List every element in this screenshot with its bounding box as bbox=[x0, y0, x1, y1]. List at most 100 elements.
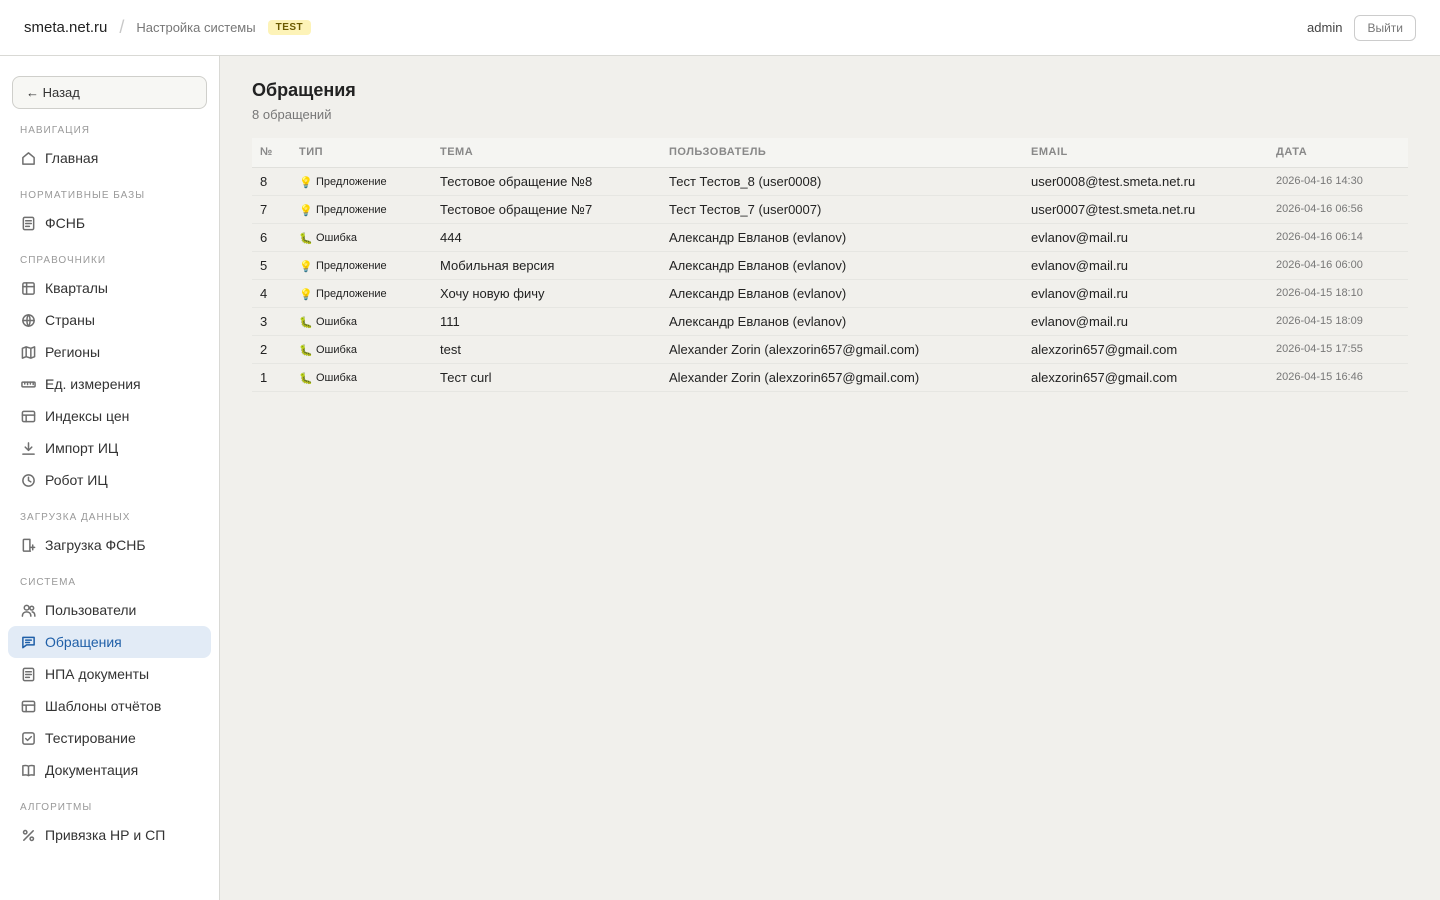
lightbulb-icon: 💡 bbox=[299, 288, 313, 301]
users-icon bbox=[20, 602, 36, 618]
sidebar-item-label: Регионы bbox=[45, 344, 101, 360]
cell-email: evlanov@mail.ru bbox=[1023, 223, 1268, 252]
cell-email: user0007@test.smeta.net.ru bbox=[1023, 195, 1268, 224]
column-header-email[interactable]: EMAIL bbox=[1023, 138, 1268, 168]
type-label: Ошибка bbox=[316, 316, 357, 328]
sidebar-item-регионы[interactable]: Регионы bbox=[8, 336, 211, 368]
table-row[interactable]: 4 💡 Предложение Хочу новую фичу Александр Ев… bbox=[252, 279, 1408, 308]
table-row[interactable]: 2 🐛 Ошибка test Alexander Zorin (alexzorin65… bbox=[252, 335, 1408, 364]
cell-subject: 444 bbox=[432, 223, 661, 252]
cell-date: 2026-04-16 14:30 bbox=[1268, 167, 1408, 196]
table-row[interactable]: 3 🐛 Ошибка 111 Александр Евланов (evlanov) ev… bbox=[252, 307, 1408, 336]
check-square-icon bbox=[20, 730, 36, 746]
table-row[interactable]: 6 🐛 Ошибка 444 Александр Евланов (evlanov) ev… bbox=[252, 223, 1408, 252]
column-header-type[interactable]: ТИП bbox=[291, 138, 432, 168]
sidebar-item-главная[interactable]: Главная bbox=[8, 142, 211, 174]
sidebar-item-нпа-документы[interactable]: НПА документы bbox=[8, 658, 211, 690]
percent-icon bbox=[20, 827, 36, 843]
cell-email: alexzorin657@gmail.com bbox=[1023, 335, 1268, 364]
cell-type: 🐛 Ошибка bbox=[291, 363, 432, 392]
cell-date: 2026-04-16 06:56 bbox=[1268, 195, 1408, 224]
table-row[interactable]: 7 💡 Предложение Тестовое обращение №7 Тест Т… bbox=[252, 195, 1408, 224]
type-label: Предложение bbox=[316, 176, 387, 188]
book-icon bbox=[20, 762, 36, 778]
globe-icon bbox=[20, 312, 36, 328]
cell-subject: Тестовое обращение №8 bbox=[432, 167, 661, 196]
sidebar-item-фснб[interactable]: ФСНБ bbox=[8, 207, 211, 239]
table-row[interactable]: 5 💡 Предложение Мобильная версия Александр Е… bbox=[252, 251, 1408, 280]
message-icon bbox=[20, 634, 36, 650]
cell-subject: Хочу новую фичу bbox=[432, 279, 661, 308]
cell-type: 🐛 Ошибка bbox=[291, 307, 432, 336]
sidebar-item-label: Ед. измерения bbox=[45, 376, 141, 392]
sidebar-item-шаблоны-отчётов[interactable]: Шаблоны отчётов bbox=[8, 690, 211, 722]
sidebar-item-привязка-нр-и-сп[interactable]: Привязка НР и СП bbox=[8, 819, 211, 851]
cell-email: user0008@test.smeta.net.ru bbox=[1023, 167, 1268, 196]
column-header-subject[interactable]: ТЕМА bbox=[432, 138, 661, 168]
table-body: 8 💡 Предложение Тестовое обращение №8 Тест Т… bbox=[252, 167, 1408, 392]
page-subtitle: 8 обращений bbox=[252, 107, 332, 122]
sidebar-item-label: Кварталы bbox=[45, 280, 108, 296]
column-header-number[interactable]: № bbox=[252, 138, 291, 168]
sidebar-item-документация[interactable]: Документация bbox=[8, 754, 211, 786]
logout-button[interactable]: Выйти bbox=[1354, 14, 1416, 41]
page-title: Обращения bbox=[252, 80, 356, 100]
column-header-user[interactable]: ПОЛЬЗОВАТЕЛЬ bbox=[661, 138, 1023, 168]
sidebar-item-тестирование[interactable]: Тестирование bbox=[8, 722, 211, 754]
cell-email: evlanov@mail.ru bbox=[1023, 279, 1268, 308]
sidebar-item-кварталы[interactable]: Кварталы bbox=[8, 272, 211, 304]
column-header-date[interactable]: ДАТА bbox=[1268, 138, 1408, 168]
lightbulb-icon: 💡 bbox=[299, 260, 313, 273]
map-icon bbox=[20, 344, 36, 360]
ruler-icon bbox=[20, 376, 36, 392]
breadcrumb-separator: / bbox=[119, 17, 125, 37]
cell-type: 💡 Предложение bbox=[291, 167, 432, 196]
sidebar-item-индексы-цен[interactable]: Индексы цен bbox=[8, 400, 211, 432]
document-icon bbox=[20, 215, 36, 231]
cell-number: 4 bbox=[252, 279, 291, 308]
sidebar-item-обращения[interactable]: Обращения bbox=[8, 626, 211, 658]
cell-date: 2026-04-15 16:46 bbox=[1268, 363, 1408, 392]
cell-user: Тест Тестов_8 (user0008) bbox=[661, 167, 1023, 196]
cell-email: evlanov@mail.ru bbox=[1023, 307, 1268, 336]
sidebar-item-label: Шаблоны отчётов bbox=[45, 698, 162, 714]
sidebar-item-ед-измерения[interactable]: Ед. измерения bbox=[8, 368, 211, 400]
cell-type: 🐛 Ошибка bbox=[291, 335, 432, 364]
username: admin bbox=[1307, 20, 1343, 35]
table-header-row: № ТИП ТЕМА ПОЛЬЗОВАТЕЛЬ EMAIL ДАТА bbox=[252, 138, 1408, 168]
sidebar-item-импорт-иц[interactable]: Импорт ИЦ bbox=[8, 432, 211, 464]
brand-link[interactable]: smeta.net.ru bbox=[24, 19, 107, 36]
sidebar-item-робот-иц[interactable]: Робот ИЦ bbox=[8, 464, 211, 496]
sidebar-section-title: НОРМАТИВНЫЕ БАЗЫ bbox=[20, 190, 146, 201]
sidebar-item-страны[interactable]: Страны bbox=[8, 304, 211, 336]
sidebar-item-загрузка-фснб[interactable]: Загрузка ФСНБ bbox=[8, 529, 211, 561]
sidebar-item-label: Страны bbox=[45, 312, 95, 328]
cell-email: alexzorin657@gmail.com bbox=[1023, 363, 1268, 392]
cell-number: 6 bbox=[252, 223, 291, 252]
type-label: Предложение bbox=[316, 204, 387, 216]
cell-type: 💡 Предложение bbox=[291, 279, 432, 308]
cell-number: 3 bbox=[252, 307, 291, 336]
table-row[interactable]: 1 🐛 Ошибка Тест curl Alexander Zorin (alexzo… bbox=[252, 363, 1408, 392]
cell-number: 2 bbox=[252, 335, 291, 364]
table-icon bbox=[20, 408, 36, 424]
table-row[interactable]: 8 💡 Предложение Тестовое обращение №8 Тест Т… bbox=[252, 167, 1408, 196]
user-area: admin Выйти bbox=[1307, 14, 1416, 41]
bug-icon: 🐛 bbox=[299, 232, 313, 245]
sidebar-item-пользователи[interactable]: Пользователи bbox=[8, 594, 211, 626]
sidebar-item-label: НПА документы bbox=[45, 666, 150, 682]
cell-subject: 111 bbox=[432, 307, 661, 336]
sidebar-item-label: Обращения bbox=[45, 634, 122, 650]
cell-subject: Мобильная версия bbox=[432, 251, 661, 280]
bug-icon: 🐛 bbox=[299, 316, 313, 329]
cell-user: Александр Евланов (evlanov) bbox=[661, 307, 1023, 336]
cell-date: 2026-04-16 06:00 bbox=[1268, 251, 1408, 280]
sidebar-item-label: Привязка НР и СП bbox=[45, 827, 166, 843]
cell-number: 8 bbox=[252, 167, 291, 196]
back-button[interactable]: ← Назад bbox=[12, 76, 207, 109]
download-icon bbox=[20, 440, 36, 456]
env-badge: TEST bbox=[267, 20, 312, 35]
sidebar-item-label: Документация bbox=[45, 762, 139, 778]
lightbulb-icon: 💡 bbox=[299, 176, 313, 189]
sidebar-item-label: ФСНБ bbox=[45, 215, 86, 231]
